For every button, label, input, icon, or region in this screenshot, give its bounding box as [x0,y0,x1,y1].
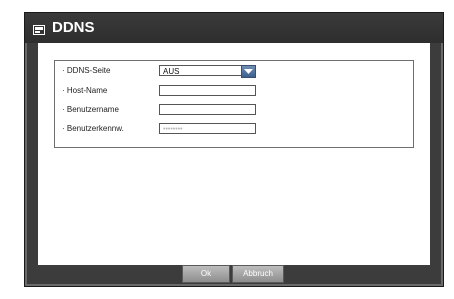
ddns-site-label: · DDNS-Seite [62,66,111,75]
settings-panel: · DDNS-Seite AUS · Host-Name · Benutzern… [38,43,430,265]
ddns-settings-group: · DDNS-Seite AUS · Host-Name · Benutzern… [54,60,414,148]
dialog-title: DDNS [52,19,95,36]
chevron-down-icon[interactable] [241,65,256,78]
screen: DDNS · DDNS-Seite AUS · Host-Name · Benu… [0,0,454,299]
username-field[interactable] [159,104,256,115]
ok-button[interactable]: Ok [182,265,230,283]
row-password: · Benutzerkennw. •••••••• [55,120,413,138]
ddns-site-value: AUS [163,67,180,76]
username-label: · Benutzername [62,105,119,114]
ddns-site-select[interactable]: AUS [159,65,256,78]
password-field[interactable]: •••••••• [159,123,256,134]
ddns-dialog: DDNS · DDNS-Seite AUS · Host-Name · Benu… [24,12,444,287]
host-name-label: · Host-Name [62,86,108,95]
row-username: · Benutzername [55,101,413,119]
password-label: · Benutzerkennw. [62,124,124,133]
cancel-button[interactable]: Abbruch [232,265,284,283]
row-ddns-site: · DDNS-Seite AUS [55,62,413,80]
row-host-name: · Host-Name [55,82,413,100]
dialog-titlebar: DDNS [25,13,443,43]
host-name-field[interactable] [159,85,256,96]
ddns-icon [33,22,45,35]
dialog-footer: Ok Abbruch [25,265,443,286]
